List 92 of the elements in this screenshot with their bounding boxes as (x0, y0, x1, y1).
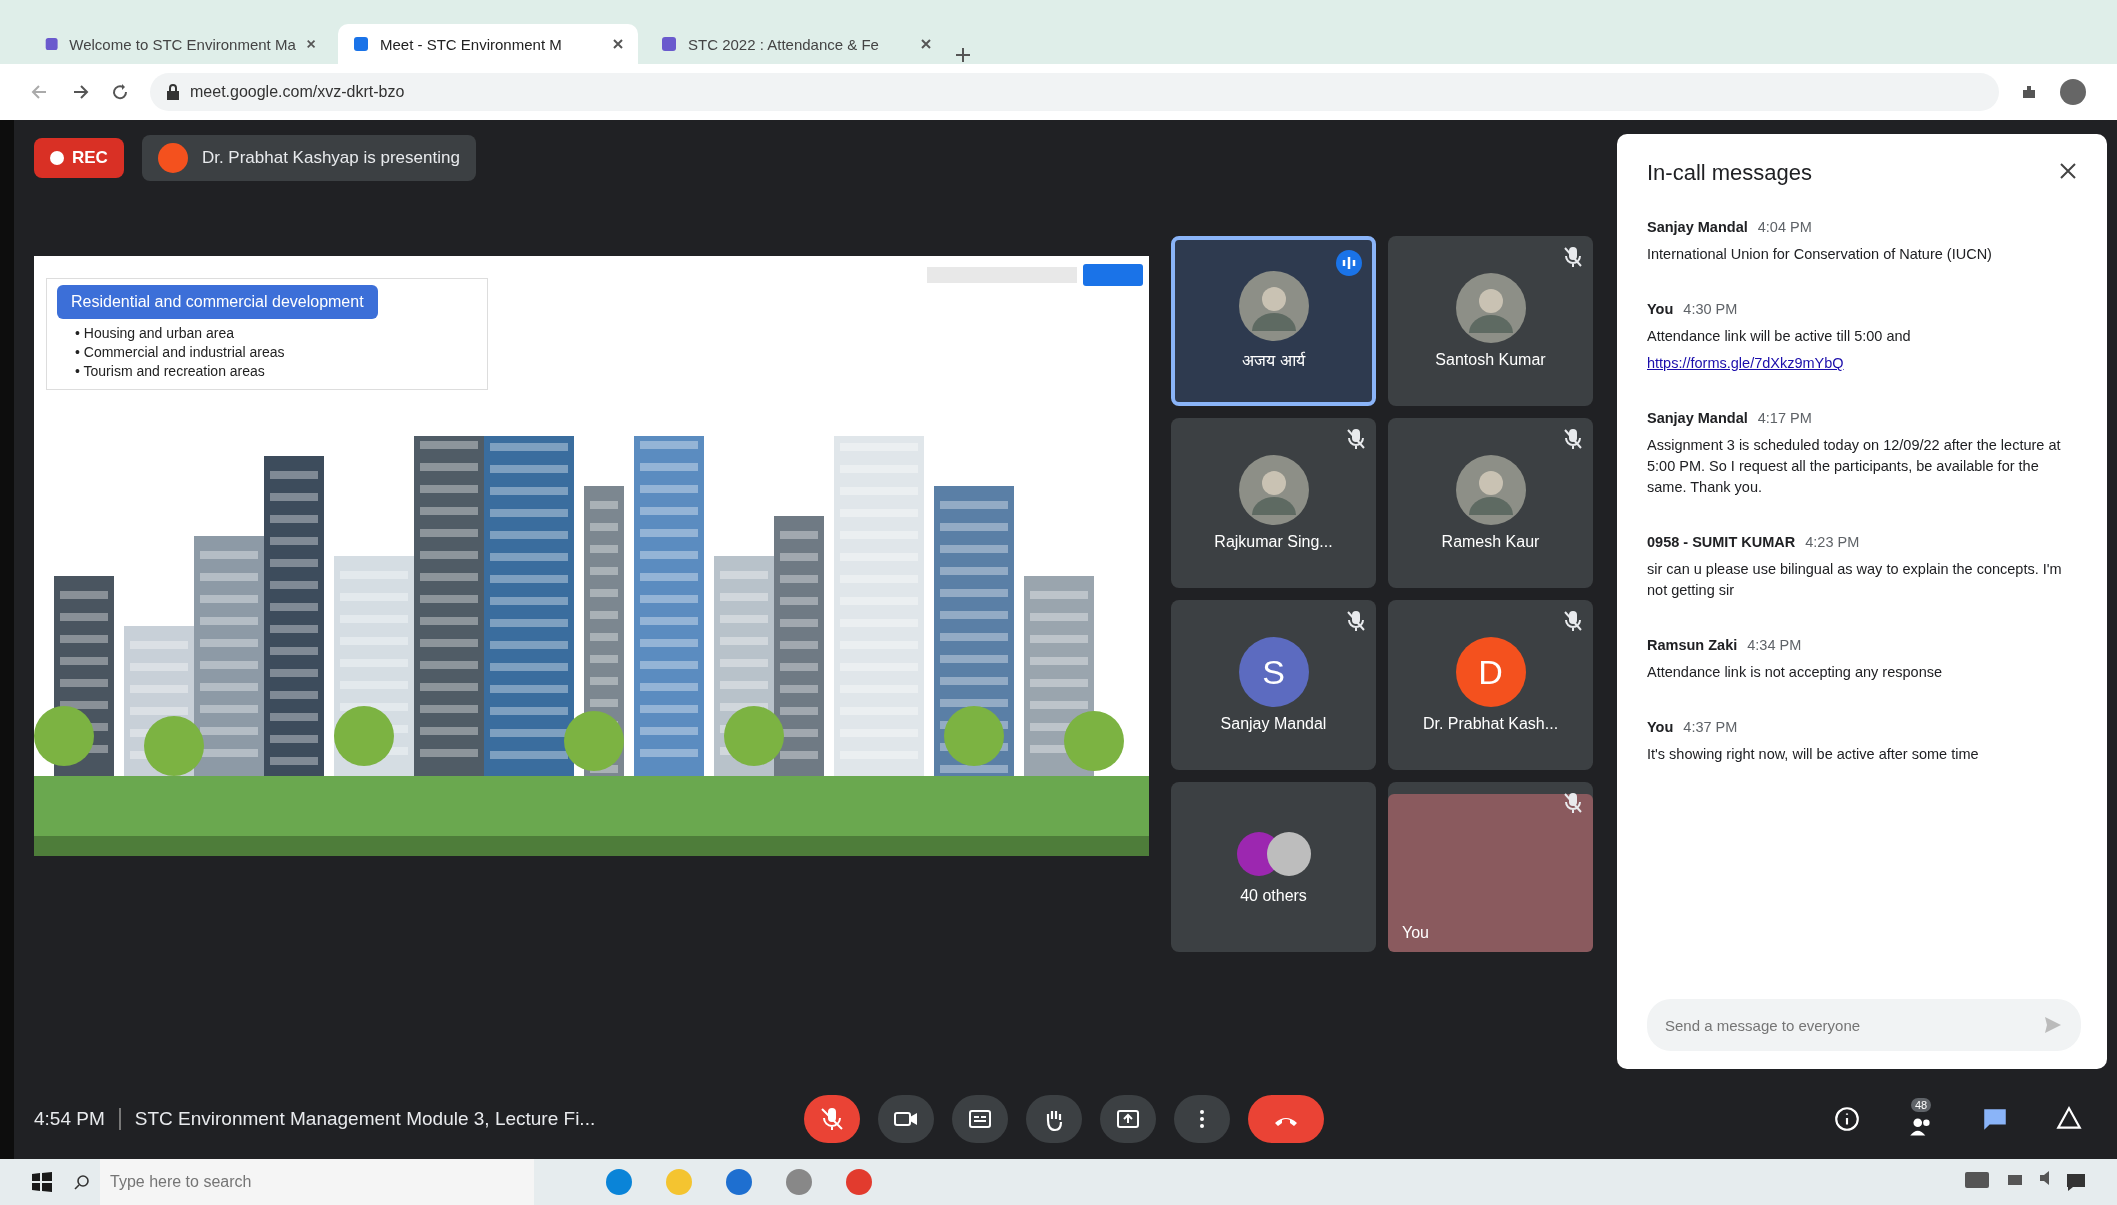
lock-icon (166, 84, 180, 100)
avatar-initial: S (1238, 637, 1309, 707)
sender-name: Sanjay Mandal (1647, 218, 1748, 237)
mic-button[interactable] (804, 1095, 860, 1143)
message-time: 4:30 PM (1683, 300, 1738, 320)
leave-call-button[interactable] (1248, 1095, 1324, 1143)
slide-title: Residential and commercial development (57, 285, 378, 319)
participant-name: Santosh Kumar (1435, 351, 1546, 369)
close-icon (305, 38, 316, 50)
participant-tile[interactable]: S Sanjay Mandal (1171, 600, 1376, 770)
close-icon (612, 38, 624, 50)
participant-tile[interactable]: D Dr. Prabhat Kash... (1388, 600, 1593, 770)
sender-name: Ramsun Zaki (1647, 636, 1738, 656)
notification-icon (2065, 1171, 2087, 1193)
sender-name: You (1647, 300, 1674, 320)
volume-icon (2040, 1171, 2049, 1185)
participant-name: Dr. Prabhat Kash... (1422, 715, 1559, 733)
more-options-icon (1199, 1109, 1205, 1129)
avatar-initial: D (1455, 637, 1526, 707)
bullet-item: • Tourism and recreation areas (75, 363, 266, 379)
profile-photo-icon (1238, 271, 1309, 341)
clock-time: 4:54 PM (34, 1108, 105, 1130)
search-icon (74, 1174, 90, 1190)
participant-name: You (1402, 924, 1429, 942)
address-bar[interactable]: meet.google.com/xvz-dkrt-bzo (150, 73, 1999, 111)
participant-name: अजय आर्य (1242, 350, 1305, 371)
message-text: Attendance link is not accepting any response (1647, 663, 1944, 683)
page-icon (44, 35, 60, 53)
message-text: Attendance link will be active till 5:00 and (1647, 327, 1912, 347)
app-icon (844, 1167, 874, 1197)
reload-icon (110, 82, 130, 102)
microphone-off-icon (819, 1106, 845, 1132)
participant-tile[interactable]: अजय आर्य (1171, 236, 1376, 406)
page-icon (352, 35, 370, 53)
browser-tab[interactable]: Meet - STC Environment M (338, 24, 638, 64)
participant-tile[interactable]: Ramesh Kaur (1388, 418, 1593, 588)
folder-app-icon (664, 1167, 694, 1197)
sender-name: 0958 - SUMIT KUMAR (1647, 533, 1796, 553)
send-icon (2043, 1015, 2063, 1035)
close-icon (2059, 162, 2077, 180)
url-text: meet.google.com/xvz-dkrt-bzo (190, 83, 405, 101)
keyboard-icon (1964, 1171, 1990, 1189)
participant-name: Ramesh Kaur (1441, 533, 1540, 551)
participant-tile[interactable]: Santosh Kumar (1388, 236, 1593, 406)
browser-tab[interactable]: Welcome to STC Environment Ma (30, 24, 330, 64)
sender-name: You (1647, 718, 1674, 738)
participant-tile[interactable]: Rajkumar Sing... (1171, 418, 1376, 588)
camera-button[interactable] (878, 1095, 934, 1143)
participant-name: Rajkumar Sing... (1214, 533, 1333, 551)
participant-name: 40 others (1240, 887, 1307, 905)
mail-app-icon (724, 1167, 754, 1197)
browser-app-icon (604, 1167, 634, 1197)
profile-avatar-icon (2059, 78, 2087, 106)
participant-tile[interactable]: You (1388, 782, 1593, 952)
message-time: 4:34 PM (1747, 636, 1802, 656)
taskbar-search-field[interactable]: Type here to search (100, 1159, 534, 1205)
profile-photo-icon (1455, 273, 1526, 343)
info-icon (1833, 1105, 1861, 1133)
recording-label: REC (72, 148, 108, 168)
close-icon (920, 38, 932, 50)
hand-button[interactable] (1026, 1095, 1082, 1143)
search-button-icon (1083, 264, 1143, 286)
profile-photo-icon (1238, 455, 1309, 525)
new-tab-icon (954, 46, 972, 64)
message-time: 4:04 PM (1757, 218, 1812, 237)
record-dot-icon (50, 151, 64, 165)
presenter-text: Dr. Prabhat Kashyap is presenting (201, 148, 460, 168)
meeting-title: STC Environment Management Module 3, Lecture Fi... (118, 1108, 596, 1130)
windows-start-icon (30, 1170, 54, 1194)
captions-button[interactable] (952, 1095, 1008, 1143)
message-link[interactable]: https://forms.gle/7dXkz9mYbQ (1647, 355, 1844, 372)
browser-tab[interactable]: STC 2022 : Attendance & Fe (646, 24, 946, 64)
bullet-item: • Housing and urban area (75, 325, 235, 341)
message-text: sir can u please use bilingual as way to explain the concepts. I'm not getting sir (1647, 560, 2063, 601)
profile-photo-icon (1455, 455, 1526, 525)
message-time: 4:17 PM (1757, 409, 1812, 429)
message-input[interactable]: Send a message to everyone (1647, 999, 2081, 1051)
people-button[interactable]: 48 (1903, 1093, 1939, 1145)
message-time: 4:37 PM (1683, 718, 1738, 738)
page-icon (660, 35, 678, 53)
message-text: It's showing right now, will be active after some time (1647, 745, 1980, 765)
panel-title: In-call messages (1647, 159, 1813, 186)
participant-tile[interactable]: 40 others (1171, 782, 1376, 952)
bullet-item: • Commercial and industrial areas (75, 344, 286, 360)
message-time: 4:23 PM (1805, 533, 1860, 553)
message-text: International Union for Conservation of Nature (IUCN) (1647, 245, 1993, 264)
participant-name: Sanjay Mandal (1220, 715, 1327, 733)
present-button[interactable] (1100, 1095, 1156, 1143)
presenter-avatar-icon (157, 143, 188, 173)
participant-count: 48 (1910, 1097, 1932, 1112)
message-text: Assignment 3 is scheduled today on 12/09/22 after the lecture at 5:00 PM. So I request all the participants, be available for the same. Thank you. (1647, 436, 2062, 498)
sender-name: Sanjay Mandal (1647, 409, 1748, 429)
